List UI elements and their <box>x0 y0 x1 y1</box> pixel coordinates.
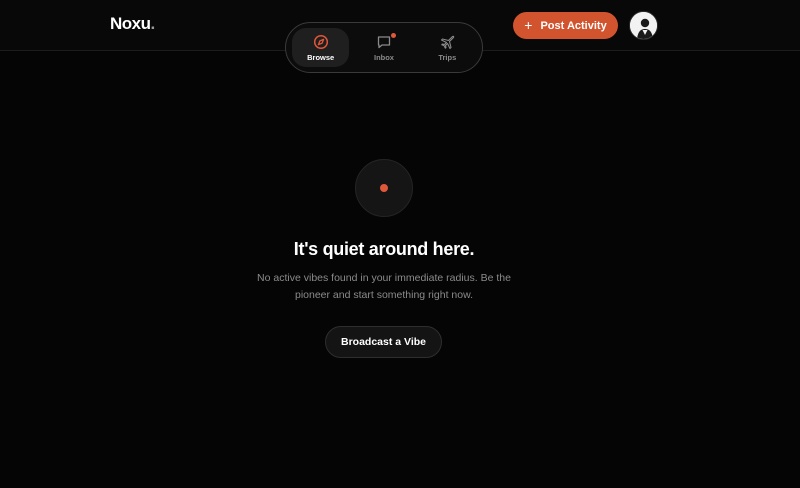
logo-dot: . <box>150 14 156 33</box>
post-activity-label: Post Activity <box>540 19 607 32</box>
pulse-core <box>380 184 388 192</box>
app-logo[interactable]: Noxu. <box>110 14 155 34</box>
broadcast-vibe-button[interactable]: Broadcast a Vibe <box>325 326 442 358</box>
tab-trips-label: Trips <box>438 52 457 62</box>
plane-icon <box>441 35 455 49</box>
tab-browse-label: Browse <box>307 52 335 62</box>
empty-state-title: It's quiet around here. <box>293 239 475 259</box>
plus-icon: + <box>524 17 533 33</box>
tab-inbox-label: Inbox <box>373 52 394 62</box>
pulse-dot-icon <box>355 159 413 217</box>
main-nav: Browse Inbox Trips <box>285 22 483 73</box>
empty-state-message: No active vibes found in your immediate … <box>257 272 511 301</box>
post-activity-button[interactable]: + Post Activity <box>513 12 618 39</box>
user-avatar-icon <box>630 12 657 39</box>
avatar[interactable] <box>629 11 658 40</box>
logo-text: Noxu <box>110 14 151 33</box>
tab-browse[interactable]: Browse <box>292 28 350 67</box>
notification-dot <box>391 33 397 38</box>
chat-bubble-icon <box>377 35 391 48</box>
tab-inbox[interactable]: Inbox <box>355 28 412 67</box>
compass-icon <box>313 34 328 49</box>
tab-trips[interactable]: Trips <box>419 28 476 67</box>
